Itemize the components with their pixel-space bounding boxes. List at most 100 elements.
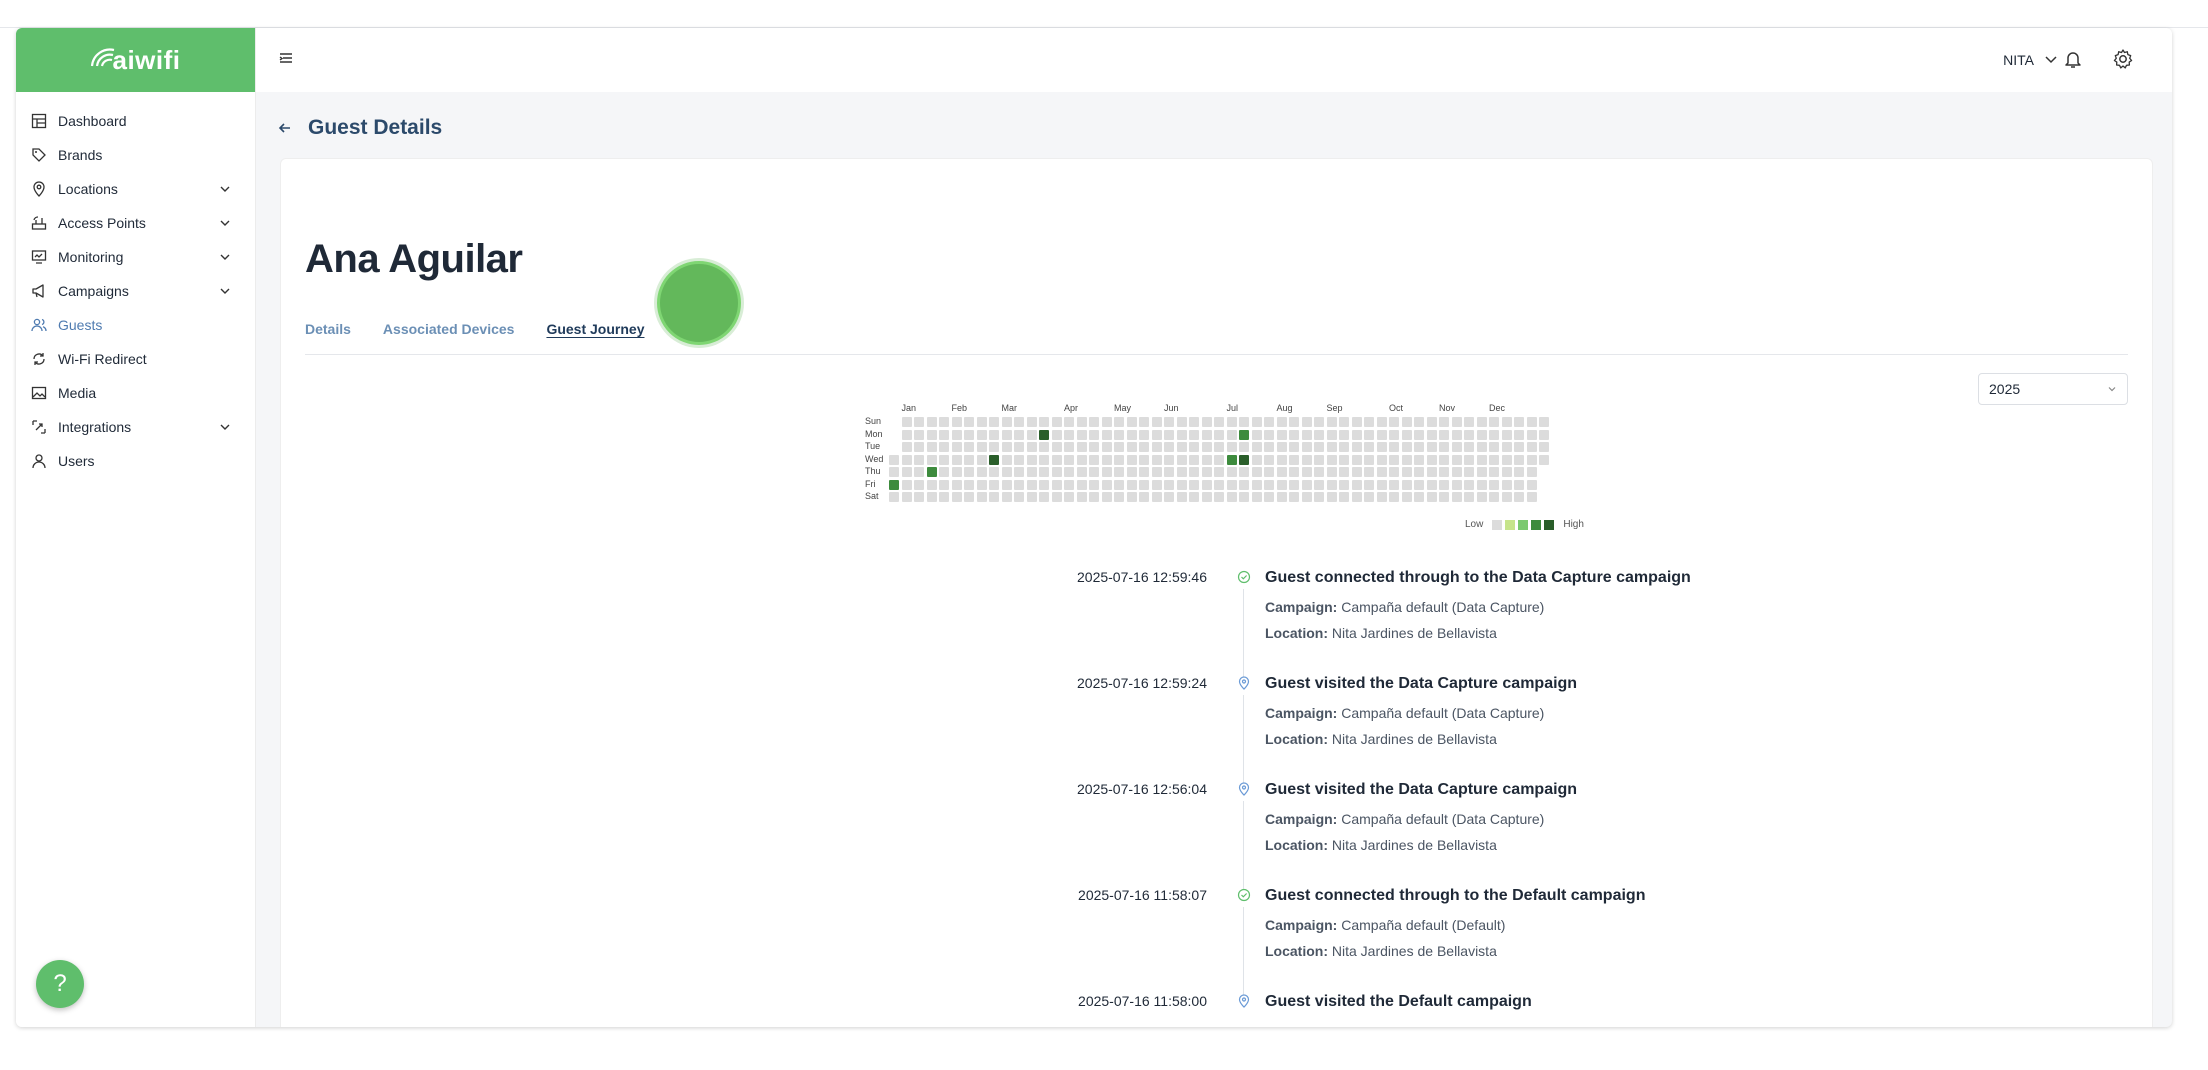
heatmap-cell[interactable] (1251, 454, 1262, 465)
heatmap-cell[interactable] (1039, 429, 1049, 440)
heatmap-cell[interactable] (1364, 417, 1374, 427)
heatmap-cell[interactable] (939, 479, 949, 490)
heatmap-cell[interactable] (1276, 492, 1287, 502)
heatmap-cell[interactable] (1101, 429, 1112, 440)
sidebar-item-wi-fi-redirect[interactable]: Wi-Fi Redirect (16, 342, 255, 376)
heatmap-cell[interactable] (1514, 492, 1524, 502)
heatmap-cell[interactable] (1351, 479, 1362, 490)
heatmap-cell[interactable] (926, 429, 937, 440)
heatmap-cell[interactable] (1026, 467, 1037, 477)
heatmap-cell[interactable] (1276, 467, 1287, 477)
heatmap-cell[interactable] (1101, 417, 1112, 427)
heatmap-cell[interactable] (1201, 417, 1212, 427)
heatmap-cell[interactable] (951, 479, 962, 490)
heatmap-cell[interactable] (1126, 479, 1137, 490)
heatmap-cell[interactable] (901, 429, 912, 440)
heatmap-cell[interactable] (1089, 492, 1099, 502)
heatmap-cell[interactable] (1189, 492, 1199, 502)
menu-toggle-icon[interactable] (278, 50, 298, 70)
heatmap-cell[interactable] (1001, 417, 1012, 427)
heatmap-cell[interactable] (1401, 492, 1412, 502)
heatmap-cell[interactable] (1126, 454, 1137, 465)
heatmap-cell[interactable] (1226, 479, 1237, 490)
heatmap-cell[interactable] (1239, 467, 1249, 477)
heatmap-cell[interactable] (1501, 454, 1512, 465)
heatmap-cell[interactable] (1076, 442, 1087, 452)
heatmap-cell[interactable] (1226, 467, 1237, 477)
heatmap-cell[interactable] (1326, 442, 1337, 452)
heatmap-cell[interactable] (914, 467, 924, 477)
heatmap-cell[interactable] (1276, 479, 1287, 490)
heatmap-cell[interactable] (1376, 417, 1387, 427)
heatmap-cell[interactable] (1539, 417, 1549, 427)
heatmap-cell[interactable] (1114, 479, 1124, 490)
heatmap-cell[interactable] (1414, 454, 1424, 465)
heatmap-cell[interactable] (1476, 429, 1487, 440)
heatmap-cell[interactable] (964, 429, 974, 440)
heatmap-cell[interactable] (1476, 417, 1487, 427)
heatmap-cell[interactable] (1251, 429, 1262, 440)
chevron-down-icon[interactable] (219, 284, 231, 300)
heatmap-cell[interactable] (1089, 442, 1099, 452)
heatmap-cell[interactable] (1064, 467, 1074, 477)
heatmap-cell[interactable] (1151, 492, 1162, 502)
heatmap-cell[interactable] (1401, 479, 1412, 490)
heatmap-cell[interactable] (1101, 479, 1112, 490)
heatmap-cell[interactable] (1226, 417, 1237, 427)
heatmap-cell[interactable] (1239, 492, 1249, 502)
heatmap-cell[interactable] (1539, 442, 1549, 452)
heatmap-cell[interactable] (951, 417, 962, 427)
heatmap-cell[interactable] (951, 442, 962, 452)
heatmap-cell[interactable] (1351, 442, 1362, 452)
heatmap-cell[interactable] (1039, 454, 1049, 465)
sidebar-item-brands[interactable]: Brands (16, 138, 255, 172)
heatmap-cell[interactable] (989, 442, 999, 452)
heatmap-cell[interactable] (939, 467, 949, 477)
heatmap-cell[interactable] (989, 454, 999, 465)
heatmap-cell[interactable] (926, 479, 937, 490)
sidebar-item-dashboard[interactable]: Dashboard (16, 104, 255, 138)
heatmap-cell[interactable] (1151, 442, 1162, 452)
heatmap-cell[interactable] (1414, 492, 1424, 502)
heatmap-cell[interactable] (1239, 454, 1249, 465)
heatmap-cell[interactable] (1001, 442, 1012, 452)
heatmap-cell[interactable] (914, 492, 924, 502)
heatmap-cell[interactable] (1089, 467, 1099, 477)
heatmap-cell[interactable] (1314, 417, 1324, 427)
heatmap-cell[interactable] (1101, 492, 1112, 502)
heatmap-cell[interactable] (1151, 429, 1162, 440)
bell-icon[interactable] (2062, 48, 2084, 75)
heatmap-cell[interactable] (1089, 454, 1099, 465)
heatmap-cell[interactable] (1439, 417, 1449, 427)
heatmap-cell[interactable] (1439, 479, 1449, 490)
sidebar-item-monitoring[interactable]: Monitoring (16, 240, 255, 274)
heatmap-cell[interactable] (1164, 467, 1174, 477)
heatmap-cell[interactable] (1289, 479, 1299, 490)
heatmap-cell[interactable] (1026, 492, 1037, 502)
heatmap-cell[interactable] (1364, 467, 1374, 477)
heatmap-cell[interactable] (1176, 429, 1187, 440)
heatmap-cell[interactable] (1201, 467, 1212, 477)
heatmap-cell[interactable] (1489, 454, 1499, 465)
heatmap-cell[interactable] (1451, 429, 1462, 440)
heatmap-cell[interactable] (1051, 454, 1062, 465)
heatmap-cell[interactable] (939, 492, 949, 502)
heatmap-cell[interactable] (926, 467, 937, 477)
heatmap-cell[interactable] (1376, 479, 1387, 490)
heatmap-cell[interactable] (1489, 467, 1499, 477)
heatmap-cell[interactable] (1151, 417, 1162, 427)
heatmap-cell[interactable] (1339, 454, 1349, 465)
heatmap-cell[interactable] (1451, 479, 1462, 490)
heatmap-cell[interactable] (1176, 454, 1187, 465)
heatmap-cell[interactable] (1251, 467, 1262, 477)
heatmap-cell[interactable] (1464, 467, 1474, 477)
heatmap-cell[interactable] (1226, 442, 1237, 452)
heatmap-cell[interactable] (1339, 479, 1349, 490)
heatmap-cell[interactable] (1176, 467, 1187, 477)
chevron-down-icon[interactable] (219, 182, 231, 198)
heatmap-cell[interactable] (1014, 454, 1024, 465)
heatmap-cell[interactable] (1114, 492, 1124, 502)
heatmap-cell[interactable] (964, 479, 974, 490)
heatmap-cell[interactable] (939, 442, 949, 452)
heatmap-cell[interactable] (1276, 417, 1287, 427)
